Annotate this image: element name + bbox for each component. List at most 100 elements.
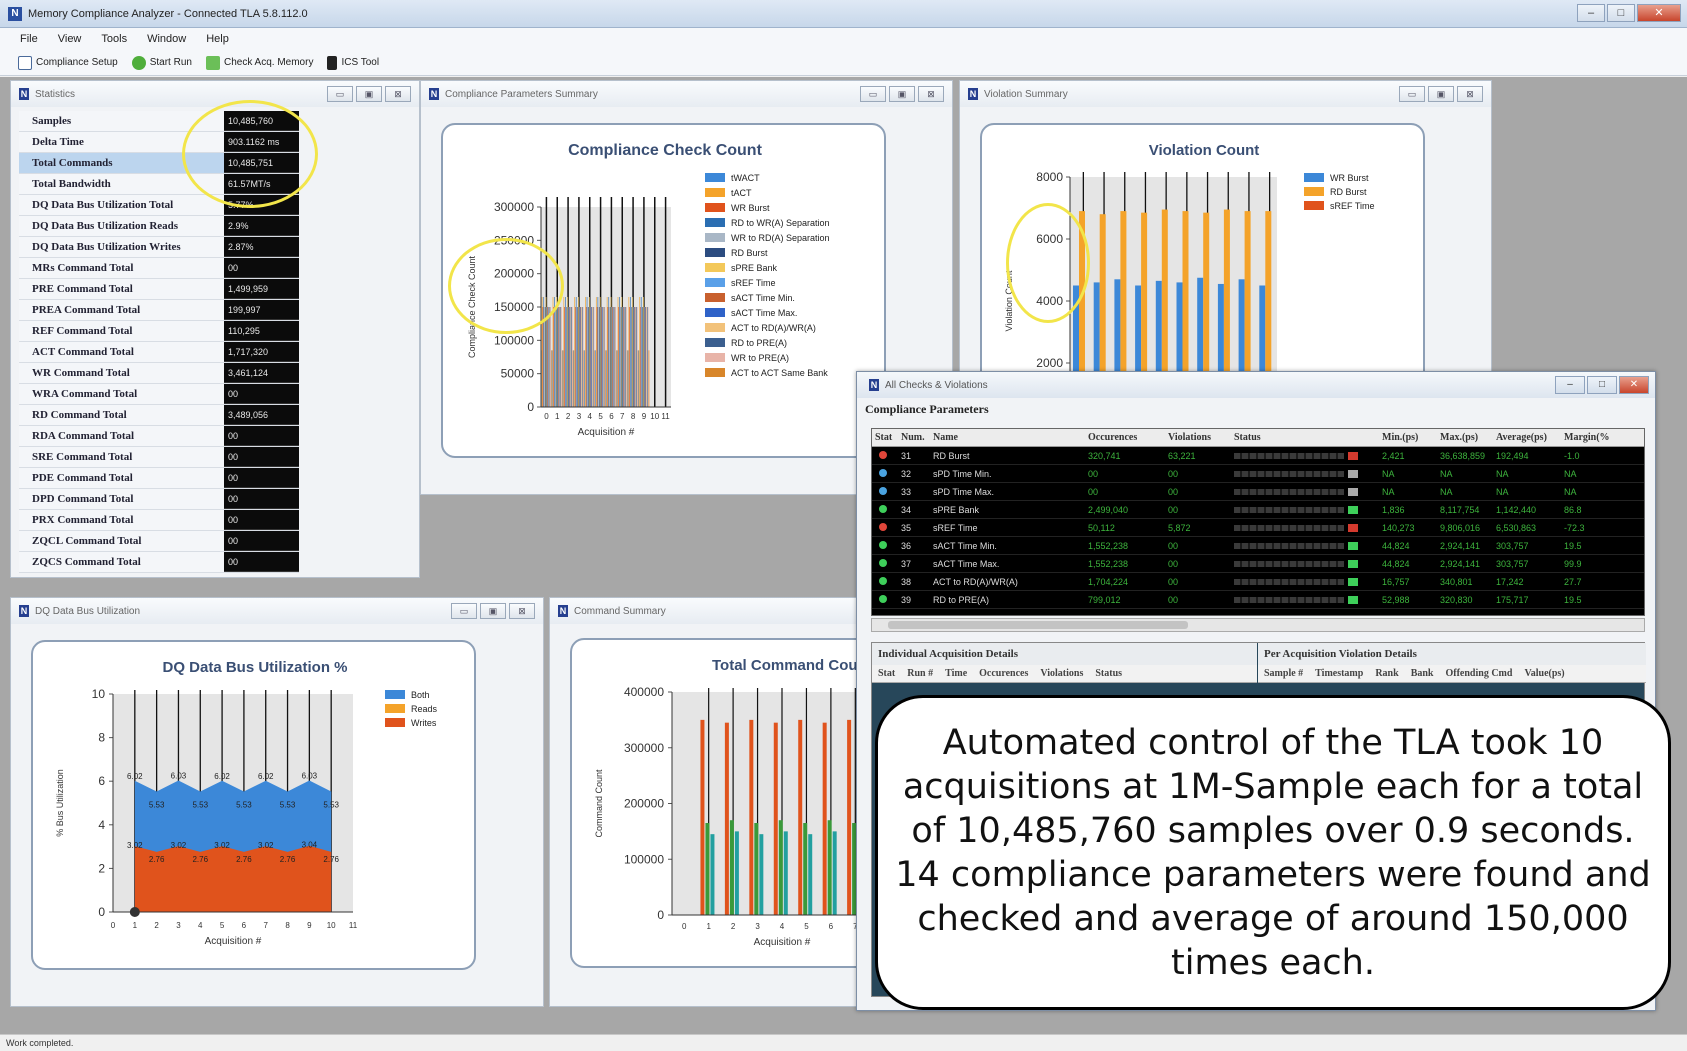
column-header[interactable]: Violations <box>1165 432 1231 443</box>
data-label: 5.53 <box>236 800 252 809</box>
y-tick-label: 100000 <box>494 333 534 347</box>
compliance-setup-button[interactable]: Compliance Setup <box>18 55 118 70</box>
acv-close-button[interactable]: ✕ <box>1619 376 1649 394</box>
x-tick-label: 1 <box>555 412 560 421</box>
statistics-row: PRX Command Total 00 <box>19 510 299 531</box>
column-header[interactable]: Max.(ps) <box>1437 432 1493 443</box>
panel-close-button[interactable]: ⊠ <box>1457 86 1483 102</box>
menu-tools[interactable]: Tools <box>101 33 127 45</box>
table-row[interactable]: 32 sPD Time Min. 00 00 NA NA NA NA <box>872 465 1644 483</box>
column-header[interactable]: Time <box>945 668 967 682</box>
x-tick-label: 2 <box>566 412 571 421</box>
acv-min-button[interactable]: – <box>1555 376 1585 394</box>
menu-window[interactable]: Window <box>147 33 186 45</box>
panel-min-button[interactable]: ▭ <box>860 86 886 102</box>
statistics-row: PREA Command Total 199,997 <box>19 300 299 321</box>
x-tick-label: 1 <box>133 921 138 930</box>
check-acq-memory-button[interactable]: Check Acq. Memory <box>205 55 313 70</box>
panel-max-button[interactable]: ▣ <box>1428 86 1454 102</box>
column-header[interactable]: Rank <box>1375 668 1398 682</box>
table-row[interactable]: 33 sPD Time Max. 00 00 NA NA NA NA <box>872 483 1644 501</box>
start-run-button[interactable]: Start Run <box>131 55 192 70</box>
bar <box>646 307 648 407</box>
table-cell: 00 <box>1168 486 1179 497</box>
column-header[interactable]: Num. <box>898 432 930 443</box>
data-label: 6.02 <box>127 772 143 781</box>
column-header[interactable]: Violations <box>1040 668 1083 682</box>
column-header[interactable]: Min.(ps) <box>1379 432 1437 443</box>
column-header[interactable]: Sample # <box>1264 668 1303 682</box>
bar <box>554 307 556 407</box>
bar <box>585 297 586 407</box>
minimize-button[interactable]: – <box>1577 4 1605 22</box>
column-header[interactable]: Name <box>930 432 1085 443</box>
column-header[interactable]: Stat <box>878 668 895 682</box>
table-row[interactable]: 37 sACT Time Max. 1,552,238 00 44,824 2,924,1… <box>872 555 1644 573</box>
column-header[interactable]: Run # <box>907 668 933 682</box>
column-header[interactable]: Stat <box>872 432 898 443</box>
statistics-row: DPD Command Total 00 <box>19 489 299 510</box>
close-button[interactable]: ✕ <box>1637 4 1681 22</box>
table-row[interactable]: 31 RD Burst 320,741 63,221 2,421 36,638,859 19… <box>872 447 1644 465</box>
panel-min-button[interactable]: ▭ <box>327 86 353 102</box>
bar <box>580 307 582 407</box>
maximize-button[interactable]: □ <box>1607 4 1635 22</box>
bar <box>611 307 613 407</box>
panel-close-button[interactable]: ⊠ <box>918 86 944 102</box>
table-cell <box>1231 451 1379 461</box>
menu-view[interactable]: View <box>58 33 82 45</box>
table-row[interactable]: 36 sACT Time Min. 1,552,238 00 44,824 2,924,1… <box>872 537 1644 555</box>
panel-max-button[interactable]: ▣ <box>480 603 506 619</box>
panel-min-button[interactable]: ▭ <box>1399 86 1425 102</box>
menu-file[interactable]: File <box>20 33 38 45</box>
panel-close-button[interactable]: ⊠ <box>385 86 411 102</box>
bar <box>546 307 548 407</box>
panel-min-button[interactable]: ▭ <box>451 603 477 619</box>
ics-tool-button[interactable]: ICS Tool <box>327 55 379 70</box>
column-header[interactable]: Occurences <box>1085 432 1165 443</box>
panel-close-button[interactable]: ⊠ <box>509 603 535 619</box>
menu-help[interactable]: Help <box>206 33 229 45</box>
statistics-row: ZQCS Command Total 00 <box>19 552 299 573</box>
column-header[interactable]: Margin(% <box>1561 432 1619 443</box>
column-header[interactable]: Status <box>1095 668 1122 682</box>
bar <box>619 307 621 407</box>
column-header[interactable]: Average(ps) <box>1493 432 1561 443</box>
bar <box>563 297 565 407</box>
table-row[interactable]: 39 RD to PRE(A) 799,012 00 52,988 320,830 175,… <box>872 591 1644 609</box>
bar <box>586 297 588 407</box>
acv-max-button[interactable]: □ <box>1587 376 1617 394</box>
legend-swatch <box>705 308 725 317</box>
bar <box>626 350 628 407</box>
legend-swatch <box>385 704 405 713</box>
statistics-row: WR Command Total 3,461,124 <box>19 363 299 384</box>
column-header[interactable]: Occurences <box>979 668 1028 682</box>
bar <box>624 307 626 407</box>
status-bar-graph <box>1234 452 1344 459</box>
table-row[interactable]: 35 sREF Time 50,112 5,872 140,273 9,806,016 6,… <box>872 519 1644 537</box>
scroll-thumb[interactable] <box>888 621 1188 629</box>
status-dot-icon <box>879 468 887 477</box>
x-tick-label: 0 <box>111 921 116 930</box>
column-header[interactable]: Status <box>1231 432 1379 443</box>
bar <box>592 307 594 407</box>
horizontal-scrollbar[interactable] <box>871 618 1645 632</box>
bar <box>710 834 715 915</box>
table-row[interactable]: 34 sPRE Bank 2,499,040 00 1,836 8,117,754 1,14… <box>872 501 1644 519</box>
column-header[interactable]: Timestamp <box>1315 668 1363 682</box>
column-header[interactable]: Offending Cmd <box>1445 668 1512 682</box>
panel-max-button[interactable]: ▣ <box>889 86 915 102</box>
column-header[interactable]: Value(ps) <box>1524 668 1564 682</box>
bar <box>634 307 636 407</box>
bar <box>606 350 607 407</box>
column-header[interactable]: Bank <box>1411 668 1434 682</box>
status-dot-icon <box>879 558 887 567</box>
x-tick-label: 2 <box>154 921 159 930</box>
panel-max-button[interactable]: ▣ <box>356 86 382 102</box>
bar <box>759 834 764 915</box>
statistics-value: 2.9% <box>224 216 299 236</box>
table-cell <box>1231 469 1379 479</box>
table-row[interactable]: 38 ACT to RD(A)/WR(A) 1,704,224 00 16,757 340… <box>872 573 1644 591</box>
statistics-row: DQ Data Bus Utilization Reads 2.9% <box>19 216 299 237</box>
x-tick-label: 9 <box>642 412 647 421</box>
